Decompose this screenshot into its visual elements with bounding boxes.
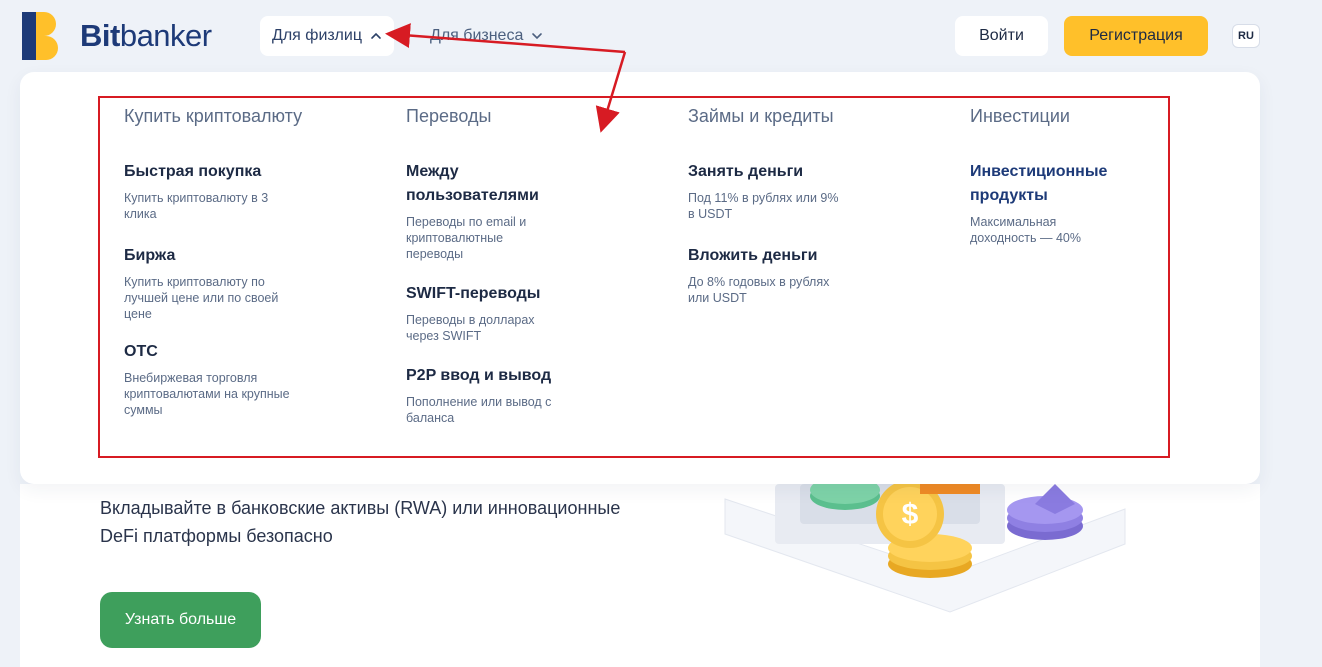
menu-item-title: Между пользователями bbox=[406, 163, 539, 204]
bitbanker-logo[interactable]: Bitbanker bbox=[22, 12, 212, 60]
menu-item-desc: Внебиржевая торговля криптовалютами на к… bbox=[124, 371, 290, 417]
menu-column-buy-crypto: Купить криптовалюту Быстрая покупка Купи… bbox=[124, 106, 364, 438]
brand-name: Bitbanker bbox=[80, 18, 212, 53]
register-button[interactable]: Регистрация bbox=[1064, 16, 1208, 56]
menu-item-borrow[interactable]: Занять деньги Под 11% в рублях или 9% в … bbox=[688, 160, 928, 222]
nav-individuals-label: Для физлиц bbox=[272, 27, 362, 44]
menu-item-desc: Переводы по email и криптовалютные перев… bbox=[406, 215, 527, 261]
nav-individuals[interactable]: Для физлиц bbox=[260, 16, 394, 56]
menu-item-title: SWIFT-переводы bbox=[406, 285, 541, 302]
svg-text:$: $ bbox=[902, 498, 919, 531]
menu-item-desc: Максимальная доходность — 40% bbox=[970, 215, 1081, 245]
menu-item-p2p-deposit[interactable]: P2P ввод и вывод Пополнение или вывод с … bbox=[406, 364, 646, 426]
menu-item-desc: Под 11% в рублях или 9% в USDT bbox=[688, 191, 839, 221]
site-header: Bitbanker Для физлиц Для бизнеса Войти Р… bbox=[0, 0, 1322, 72]
chevron-down-icon bbox=[532, 33, 543, 40]
menu-column-transfers: Переводы Между пользователями Переводы п… bbox=[406, 106, 646, 446]
menu-item-desc: Купить криптовалюту в 3 клика bbox=[124, 191, 269, 221]
menu-column-loans: Займы и кредиты Занять деньги Под 11% в … bbox=[688, 106, 928, 326]
nav-business-label: Для бизнеса bbox=[430, 27, 524, 44]
menu-item-title: Биржа bbox=[124, 247, 176, 264]
menu-item-title: P2P ввод и вывод bbox=[406, 367, 552, 384]
login-button[interactable]: Войти bbox=[955, 16, 1048, 56]
menu-item-swift[interactable]: SWIFT-переводы Переводы в долларах через… bbox=[406, 282, 646, 344]
menu-item-title: Занять деньги bbox=[688, 163, 804, 180]
menu-item-title: Быстрая покупка bbox=[124, 163, 262, 180]
learn-more-button[interactable]: Узнать больше bbox=[100, 592, 261, 648]
column-title: Займы и кредиты bbox=[688, 106, 834, 126]
menu-item-title: Вложить деньги bbox=[688, 247, 818, 264]
column-title: Купить криптовалюту bbox=[124, 106, 303, 126]
menu-item-p2p-users[interactable]: Между пользователями Переводы по email и… bbox=[406, 160, 646, 262]
language-switcher[interactable]: RU bbox=[1232, 24, 1260, 48]
menu-item-title: OTC bbox=[124, 343, 158, 360]
menu-item-desc: До 8% годовых в рублях или USDT bbox=[688, 275, 830, 305]
menu-item-invest-money[interactable]: Вложить деньги До 8% годовых в рублях ил… bbox=[688, 244, 928, 306]
hero-description: Вкладывайте в банковские активы (RWA) ил… bbox=[100, 498, 621, 546]
menu-item-exchange[interactable]: Биржа Купить криптовалюту по лучшей цене… bbox=[124, 244, 364, 322]
menu-item-otc[interactable]: OTC Внебиржевая торговля криптовалютами … bbox=[124, 340, 364, 418]
menu-item-investment-products[interactable]: Инвестиционные продукты Максимальная дох… bbox=[970, 160, 1210, 246]
column-title: Переводы bbox=[406, 106, 492, 126]
menu-column-investments: Инвестиции Инвестиционные продукты Макси… bbox=[970, 106, 1210, 266]
menu-item-desc: Купить криптовалюту по лучшей цене или п… bbox=[124, 275, 279, 321]
menu-item-quick-buy[interactable]: Быстрая покупка Купить криптовалюту в 3 … bbox=[124, 160, 364, 222]
chevron-up-icon bbox=[371, 32, 381, 39]
coins-illustration: $ bbox=[724, 484, 1126, 613]
bitbanker-logo-icon bbox=[22, 12, 58, 60]
column-title: Инвестиции bbox=[970, 106, 1070, 126]
menu-item-title: Инвестиционные продукты bbox=[970, 163, 1108, 204]
menu-item-desc: Переводы в долларах через SWIFT bbox=[406, 313, 535, 343]
nav-business[interactable]: Для бизнеса bbox=[418, 16, 555, 56]
menu-item-desc: Пополнение или вывод с баланса bbox=[406, 395, 552, 425]
